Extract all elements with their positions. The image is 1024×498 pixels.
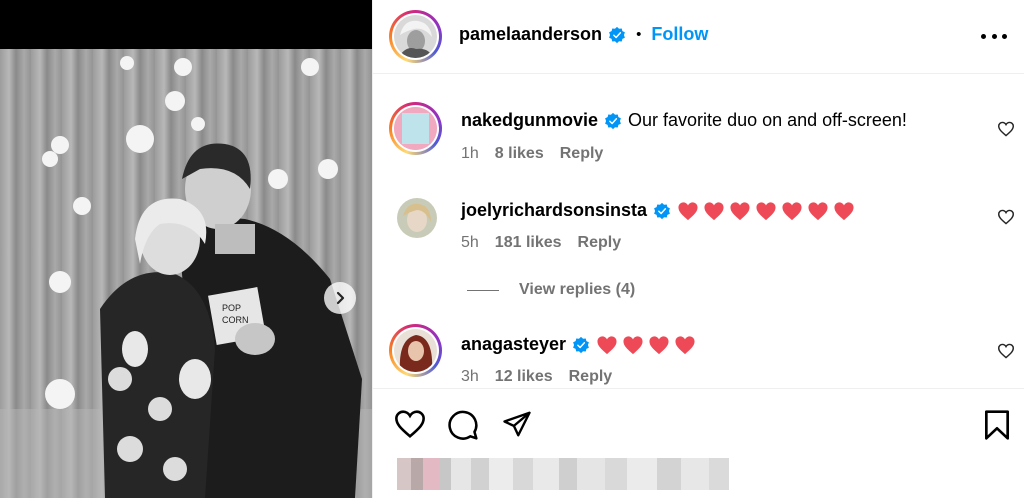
heart-emoji-icon [808,201,828,220]
verified-badge-icon [573,336,589,353]
follow-button[interactable]: Follow [651,24,708,45]
comments-list[interactable]: nakedgunmovie Our favorite duo on and of… [373,75,1024,388]
heart-icon[interactable] [997,209,1015,225]
heart-emoji-icon [678,201,698,220]
commenter-avatar[interactable] [389,324,442,377]
svg-text:CORN: CORN [222,315,249,325]
author-avatar[interactable] [389,10,442,63]
view-replies-label: View replies (4) [519,281,636,298]
bookmark-icon[interactable] [983,409,1011,441]
author-username[interactable]: pamelaanderson [459,24,602,45]
replies-divider [467,289,499,291]
comment-icon[interactable] [447,409,479,441]
comment-likes[interactable]: 8 likes [495,145,544,163]
reply-button[interactable]: Reply [578,234,622,252]
heart-icon[interactable] [393,409,427,439]
svg-text:POP: POP [222,303,241,313]
heart-emojis [677,201,855,221]
commenter-username[interactable]: anagasteyer [461,334,566,355]
commenter-avatar[interactable] [397,198,437,238]
post-panel: pamelaanderson • Follow nakedgunmovie Ou… [372,0,1024,498]
post-header: pamelaanderson • Follow [373,0,1024,74]
heart-emoji-icon [649,335,669,354]
comment-time: 3h [461,368,479,385]
verified-badge-icon [605,112,621,129]
heart-icon[interactable] [997,343,1015,359]
post-media: POP CORN [0,0,372,498]
heart-icon[interactable] [997,121,1015,137]
post-photo: POP CORN [0,49,372,498]
comment-time: 1h [461,145,479,162]
view-replies-button[interactable]: View replies (4) [467,281,635,299]
comment-likes[interactable]: 12 likes [495,368,553,386]
heart-emoji-icon [704,201,724,220]
verified-badge-icon [654,202,670,219]
reply-button[interactable]: Reply [560,145,604,163]
heart-emoji-icon [782,201,802,220]
comment-likes[interactable]: 181 likes [495,234,562,252]
chevron-right-icon [336,291,345,305]
heart-emoji-icon [730,201,750,220]
commenter-avatar[interactable] [389,102,442,155]
heart-emoji-icon [834,201,854,220]
heart-emoji-icon [597,335,617,354]
heart-emoji-icon [756,201,776,220]
share-icon[interactable] [501,409,533,439]
heart-emoji-icon [675,335,695,354]
liked-by-blurred [397,458,769,490]
reply-button[interactable]: Reply [569,368,613,386]
heart-emoji-icon [623,335,643,354]
commenter-username[interactable]: nakedgunmovie [461,110,598,131]
separator-dot: • [636,26,642,43]
heart-emojis [596,335,696,355]
comment-time: 5h [461,234,479,251]
verified-badge-icon [609,26,625,43]
comment-text: Our favorite duo on and off-screen! [628,110,907,130]
more-options-icon[interactable] [981,26,1007,46]
post-actions [373,388,1024,458]
carousel-next-button[interactable] [324,282,356,314]
commenter-username[interactable]: joelyrichardsonsinsta [461,200,647,221]
